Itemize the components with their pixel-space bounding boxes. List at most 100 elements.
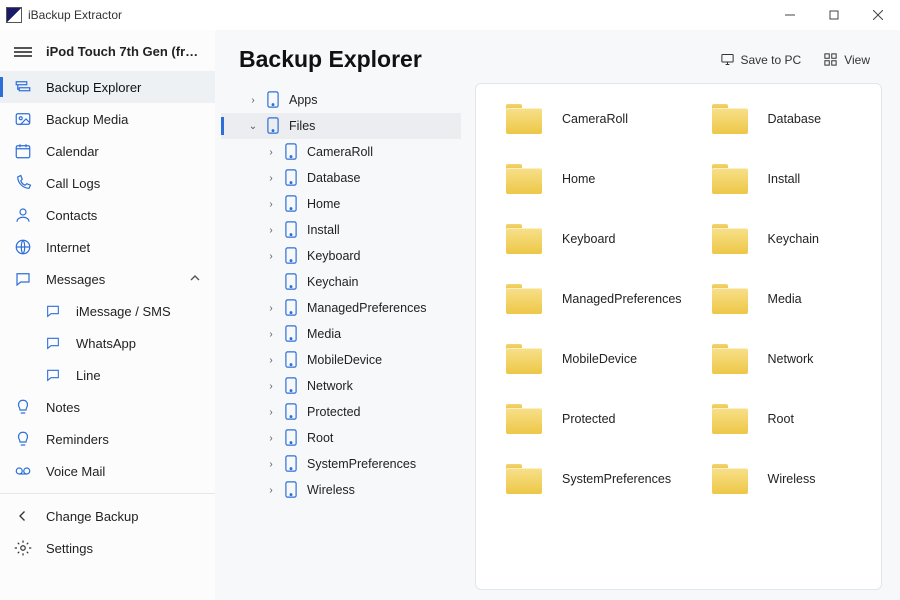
tree-label: Network: [307, 379, 353, 393]
tree-item[interactable]: ›CameraRoll: [221, 139, 461, 165]
folder-item[interactable]: Protected: [486, 404, 682, 434]
nav-line[interactable]: Line: [0, 359, 215, 391]
nav-messages[interactable]: Messages: [0, 263, 215, 295]
device-icon: [285, 273, 299, 291]
device-icon: [285, 169, 299, 187]
folder-item[interactable]: Wireless: [692, 464, 871, 494]
chevron-icon: ⌄: [247, 121, 259, 132]
folder-item[interactable]: Keychain: [692, 224, 871, 254]
nav-backup-explorer[interactable]: Backup Explorer: [0, 71, 215, 103]
folder-item[interactable]: Keyboard: [486, 224, 682, 254]
tree-item[interactable]: ›Media: [221, 321, 461, 347]
device-icon: [267, 91, 281, 109]
tree-item[interactable]: ›Apps: [221, 87, 461, 113]
hamburger-icon[interactable]: [14, 45, 32, 59]
folder-item[interactable]: ManagedPreferences: [486, 284, 682, 314]
minimize-button[interactable]: [768, 0, 812, 30]
nav-internet[interactable]: Internet: [0, 231, 215, 263]
nav-label: Calendar: [46, 144, 201, 159]
tree-label: CameraRoll: [307, 145, 373, 159]
folder-icon: [712, 164, 748, 194]
tree-label: Database: [307, 171, 361, 185]
tree-label: Wireless: [307, 483, 355, 497]
nav-voice-mail[interactable]: Voice Mail: [0, 455, 215, 487]
nav-label: WhatsApp: [76, 336, 201, 351]
tree-item[interactable]: ›MobileDevice: [221, 347, 461, 373]
chat-icon: [44, 302, 62, 320]
view-button[interactable]: View: [815, 48, 878, 71]
tree-item[interactable]: ›Wireless: [221, 477, 461, 503]
folder-grid: CameraRoll Database Home Install Keyboard Key…: [486, 104, 871, 494]
tree-item[interactable]: ›Install: [221, 217, 461, 243]
tree-item[interactable]: ›Home: [221, 191, 461, 217]
chevron-icon: ›: [265, 225, 277, 236]
device-selector[interactable]: iPod Touch 7th Gen (from To...: [0, 36, 215, 71]
tree-item[interactable]: ›ManagedPreferences: [221, 295, 461, 321]
folder-label: CameraRoll: [562, 112, 628, 126]
tree-item[interactable]: ›SystemPreferences: [221, 451, 461, 477]
tree-item[interactable]: Keychain: [221, 269, 461, 295]
globe-icon: [14, 238, 32, 256]
close-button[interactable]: [856, 0, 900, 30]
nav-whatsapp[interactable]: WhatsApp: [0, 327, 215, 359]
gear-icon: [14, 539, 32, 557]
folder-item[interactable]: CameraRoll: [486, 104, 682, 134]
folder-label: ManagedPreferences: [562, 292, 682, 306]
folder-icon: [506, 104, 542, 134]
folder-item[interactable]: Network: [692, 344, 871, 374]
sidebar: iPod Touch 7th Gen (from To... Backup Ex…: [0, 30, 215, 600]
folder-item[interactable]: Media: [692, 284, 871, 314]
nav-backup-media[interactable]: Backup Media: [0, 103, 215, 135]
file-tree[interactable]: ›Apps⌄Files›CameraRoll›Database›Home›Ins…: [221, 83, 461, 590]
save-to-pc-button[interactable]: Save to PC: [712, 48, 810, 71]
nav-label: Contacts: [46, 208, 201, 223]
tree-item[interactable]: ›Keyboard: [221, 243, 461, 269]
tree-item[interactable]: ⌄ Files: [221, 113, 461, 139]
nav-label: Voice Mail: [46, 464, 201, 479]
nav-settings[interactable]: Settings: [0, 532, 215, 564]
folder-item[interactable]: Database: [692, 104, 871, 134]
tree-label: SystemPreferences: [307, 457, 416, 471]
chat-icon: [14, 270, 32, 288]
nav-change-backup[interactable]: Change Backup: [0, 500, 215, 532]
nav-notes[interactable]: Notes: [0, 391, 215, 423]
titlebar: iBackup Extractor: [0, 0, 900, 30]
folder-item[interactable]: Home: [486, 164, 682, 194]
tree-label: Apps: [289, 93, 318, 107]
maximize-button[interactable]: [812, 0, 856, 30]
nav-call-logs[interactable]: Call Logs: [0, 167, 215, 199]
grid-icon: [823, 52, 838, 67]
folder-item[interactable]: Install: [692, 164, 871, 194]
tree-item[interactable]: ›Database: [221, 165, 461, 191]
folder-icon: [506, 344, 542, 374]
device-icon: [285, 299, 299, 317]
tree-label: Protected: [307, 405, 361, 419]
folder-icon: [712, 464, 748, 494]
nav-imessage[interactable]: iMessage / SMS: [0, 295, 215, 327]
folder-label: Root: [768, 412, 794, 426]
folder-label: Wireless: [768, 472, 816, 486]
app-title: iBackup Extractor: [28, 8, 122, 22]
device-icon: [285, 325, 299, 343]
chevron-icon: ›: [265, 251, 277, 262]
nav-calendar[interactable]: Calendar: [0, 135, 215, 167]
folder-item[interactable]: SystemPreferences: [486, 464, 682, 494]
nav-contacts[interactable]: Contacts: [0, 199, 215, 231]
chevron-icon: ›: [265, 329, 277, 340]
folder-item[interactable]: MobileDevice: [486, 344, 682, 374]
chat-icon: [44, 334, 62, 352]
folder-icon: [712, 104, 748, 134]
main-panel: Backup Explorer Save to PC View ›Apps⌄Fi…: [215, 30, 900, 600]
tree-item[interactable]: › Network: [221, 373, 461, 399]
nav-label: Internet: [46, 240, 201, 255]
chevron-icon: ›: [265, 381, 277, 392]
tree-label: Files: [289, 119, 315, 133]
folder-label: Protected: [562, 412, 616, 426]
folder-item[interactable]: Root: [692, 404, 871, 434]
chevron-up-icon: [189, 272, 201, 287]
folder-icon: [712, 224, 748, 254]
nav-reminders[interactable]: Reminders: [0, 423, 215, 455]
tree-item[interactable]: ›Protected: [221, 399, 461, 425]
folder-icon: [506, 164, 542, 194]
tree-item[interactable]: ›Root: [221, 425, 461, 451]
